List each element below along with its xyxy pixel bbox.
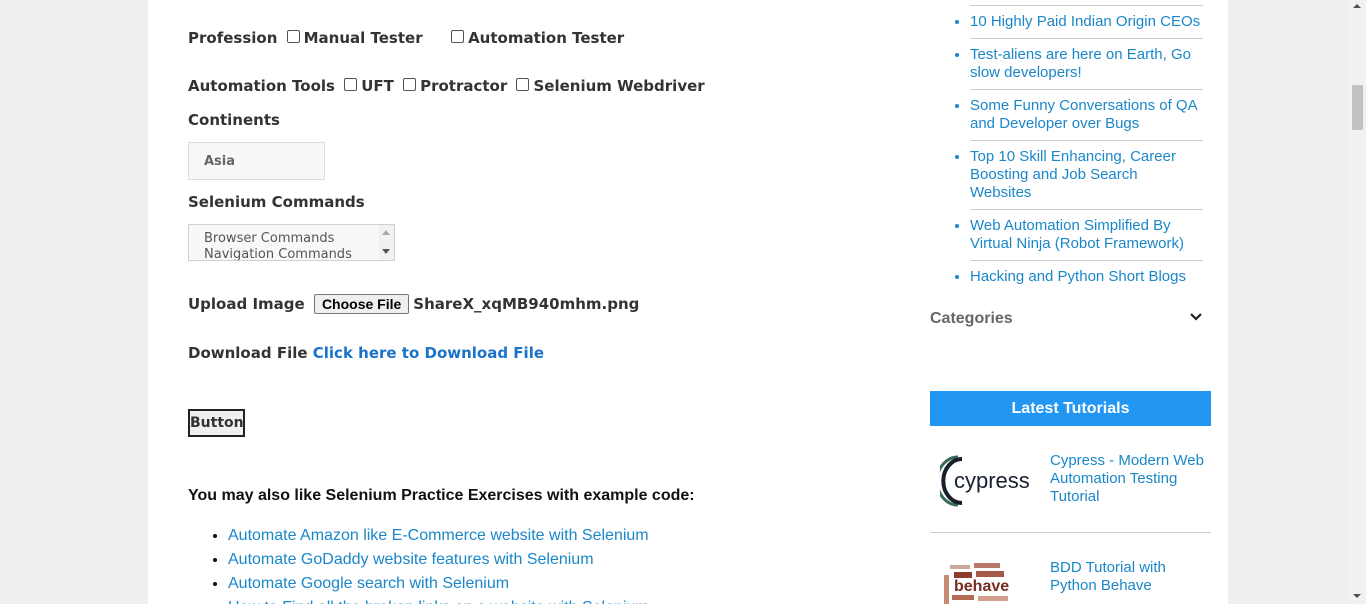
- svg-text:behave: behave: [954, 578, 1009, 595]
- selenium-webdriver-checkbox[interactable]: [516, 78, 530, 91]
- uft-checkbox[interactable]: [344, 78, 358, 91]
- exercise-link[interactable]: How to Find all the broken links on a we…: [228, 596, 649, 604]
- automation-tools-row: Automation Tools UFT Protractor Selenium…: [188, 76, 705, 95]
- recent-post-link[interactable]: Top 10 Skill Enhancing, Career Boosting …: [970, 141, 1203, 210]
- chevron-down-icon[interactable]: [1189, 312, 1203, 322]
- manual-tester-checkbox[interactable]: [286, 30, 300, 43]
- recent-post-link[interactable]: Web Automation Simplified By Virtual Nin…: [970, 210, 1203, 261]
- selenium-webdriver-label: Selenium Webdriver: [533, 76, 705, 95]
- profession-label: Profession: [188, 28, 278, 47]
- tutorial-title-link[interactable]: Cypress - Modern Web Automation Testing …: [1050, 452, 1208, 506]
- recent-posts-list: 10 Highly Paid Indian Origin CEOs Test-a…: [930, 6, 1203, 293]
- selenium-commands-label: Selenium Commands: [188, 193, 365, 211]
- continents-select[interactable]: Asia: [188, 142, 325, 180]
- svg-text:cypress: cypress: [954, 468, 1030, 493]
- automation-tester-label: Automation Tester: [468, 28, 625, 47]
- scrollbar-thumb[interactable]: [1352, 85, 1363, 130]
- divider: [930, 532, 1211, 533]
- main-content: Profession Manual Tester Automation Test…: [148, 0, 911, 604]
- recent-post-link[interactable]: Hacking and Python Short Blogs: [970, 261, 1203, 293]
- sidebar: 10 Highly Paid Indian Origin CEOs Test-a…: [911, 0, 1228, 604]
- automation-tools-label: Automation Tools: [188, 76, 335, 95]
- chosen-filename: ShareX_xqMB940mhm.png: [413, 295, 640, 313]
- automation-tester-checkbox[interactable]: [451, 30, 465, 43]
- upload-image-label: Upload Image: [188, 295, 305, 313]
- upload-row: Upload Image Choose File ShareX_xqMB940mh…: [188, 294, 639, 314]
- scroll-up-arrow-icon[interactable]: [1353, 4, 1361, 8]
- recent-post-link[interactable]: Some Funny Conversations of QA and Devel…: [970, 90, 1203, 141]
- recent-post-link[interactable]: 10 Highly Paid Indian Origin CEOs: [970, 6, 1203, 39]
- profession-row: Profession Manual Tester Automation Test…: [188, 28, 624, 47]
- listbox-scrollbar[interactable]: [379, 225, 394, 260]
- tutorial-title-link[interactable]: BDD Tutorial with Python Behave: [1050, 559, 1208, 595]
- continents-label: Continents: [188, 111, 280, 129]
- download-row: Download File Click here to Download Fil…: [188, 343, 544, 362]
- behave-word-cloud-icon[interactable]: behave: [940, 555, 1032, 604]
- exercise-link[interactable]: Automate GoDaddy website features with S…: [228, 548, 649, 572]
- manual-tester-label: Manual Tester: [303, 28, 423, 47]
- categories-title[interactable]: Categories: [930, 310, 1013, 328]
- listbox-option[interactable]: Browser Commands: [204, 231, 334, 246]
- protractor-checkbox[interactable]: [403, 78, 417, 91]
- latest-tutorials-header: Latest Tutorials: [930, 391, 1211, 426]
- scroll-up-arrow-icon[interactable]: [382, 230, 390, 235]
- choose-file-button[interactable]: Choose File: [313, 294, 410, 314]
- cypress-logo-icon[interactable]: cypress: [940, 445, 1032, 515]
- exercise-links-list: Automate Amazon like E-Commerce website …: [188, 524, 649, 604]
- recent-post-link[interactable]: Test-aliens are here on Earth, Go slow d…: [970, 39, 1203, 90]
- protractor-label: Protractor: [420, 76, 508, 95]
- uft-label: UFT: [361, 76, 394, 95]
- tutorial-item[interactable]: cypress Cypress - Modern Web Automation …: [930, 445, 1211, 525]
- listbox-option[interactable]: Navigation Commands: [204, 247, 352, 260]
- download-file-label: Download File: [188, 343, 308, 362]
- plain-button[interactable]: Button: [188, 409, 245, 437]
- exercise-link[interactable]: Automate Google search with Selenium: [228, 572, 649, 596]
- also-like-heading: You may also like Selenium Practice Exer…: [188, 487, 695, 504]
- selenium-commands-listbox[interactable]: Browser Commands Navigation Commands: [188, 224, 395, 261]
- tutorial-item[interactable]: behave BDD Tutorial with Python Behave: [930, 552, 1211, 604]
- scroll-down-arrow-icon[interactable]: [382, 249, 390, 254]
- exercise-link[interactable]: Automate Amazon like E-Commerce website …: [228, 524, 649, 548]
- scroll-down-arrow-icon[interactable]: [1353, 594, 1361, 598]
- download-file-link[interactable]: Click here to Download File: [313, 344, 544, 362]
